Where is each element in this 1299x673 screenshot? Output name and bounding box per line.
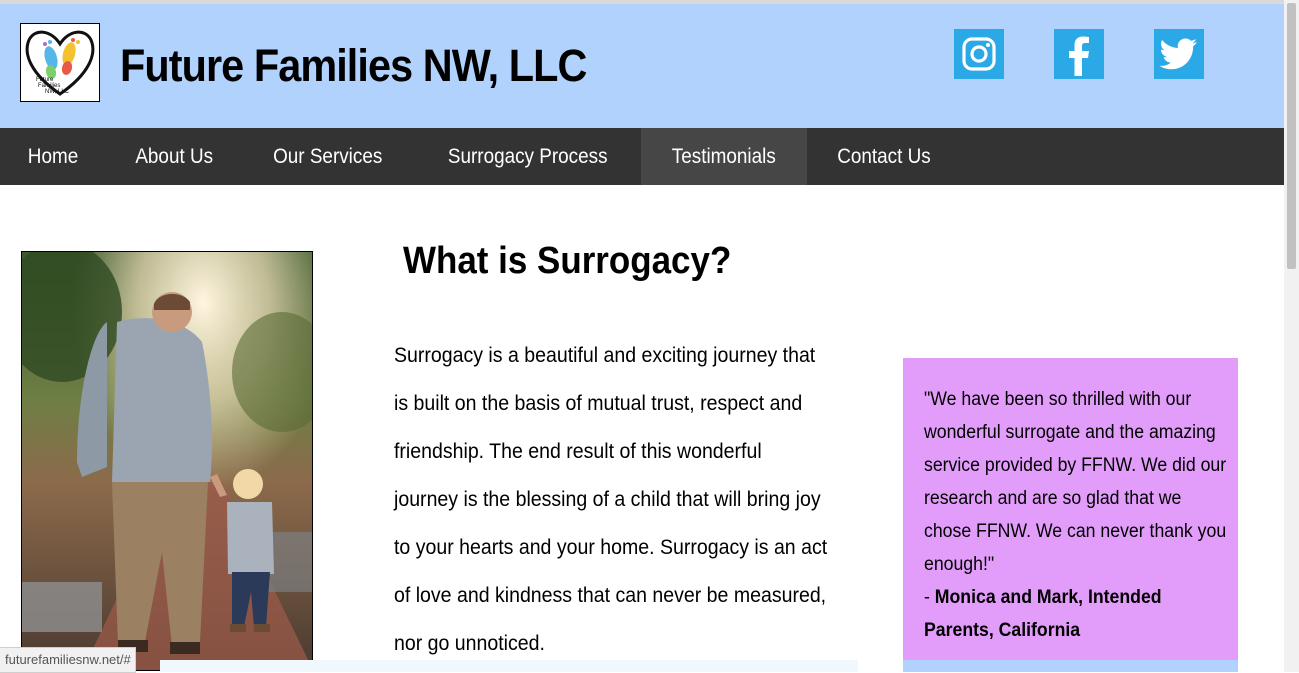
site-logo[interactable]: Future Families NW, LLC xyxy=(20,23,100,102)
site-title[interactable]: Future Families NW, LLC xyxy=(120,40,587,92)
page-scrollbar[interactable] xyxy=(1284,0,1299,672)
father-and-child-photo xyxy=(21,251,313,671)
instagram-icon[interactable] xyxy=(954,29,1004,79)
nav-item-testimonials[interactable]: Testimonials xyxy=(641,128,807,185)
status-bar-url: futurefamiliesnw.net/# xyxy=(0,647,136,673)
nav-item-our-services[interactable]: Our Services xyxy=(242,128,413,185)
facebook-icon[interactable] xyxy=(1054,29,1104,79)
nav-item-surrogacy-process[interactable]: Surrogacy Process xyxy=(414,128,641,185)
testimonial-author: Monica and Mark, Intended Parents, Calif… xyxy=(924,587,1162,641)
content-section-edge xyxy=(160,660,858,672)
page-heading: What is Surrogacy? xyxy=(403,240,732,282)
site-header: Future Families NW, LLC Future Families … xyxy=(0,4,1284,128)
svg-text:NW, LLC: NW, LLC xyxy=(45,89,70,95)
main-navigation: Home About Us Our Services Surrogacy Pro… xyxy=(0,128,1284,185)
twitter-icon[interactable] xyxy=(1154,29,1204,79)
testimonial-quote: "We have been so thrilled with our wonde… xyxy=(924,389,1227,575)
nav-item-about-us[interactable]: About Us xyxy=(106,128,242,185)
intro-paragraph: Surrogacy is a beautiful and exciting jo… xyxy=(394,344,828,655)
testimonial-author-line: - Monica and Mark, Intended Parents, Cal… xyxy=(924,587,1162,641)
testimonial-card-bottom xyxy=(903,660,1238,672)
testimonial-card: "We have been so thrilled with our wonde… xyxy=(903,358,1238,660)
scrollbar-thumb[interactable] xyxy=(1287,3,1296,269)
nav-item-home[interactable]: Home xyxy=(0,128,106,185)
nav-item-contact-us[interactable]: Contact Us xyxy=(807,128,961,185)
